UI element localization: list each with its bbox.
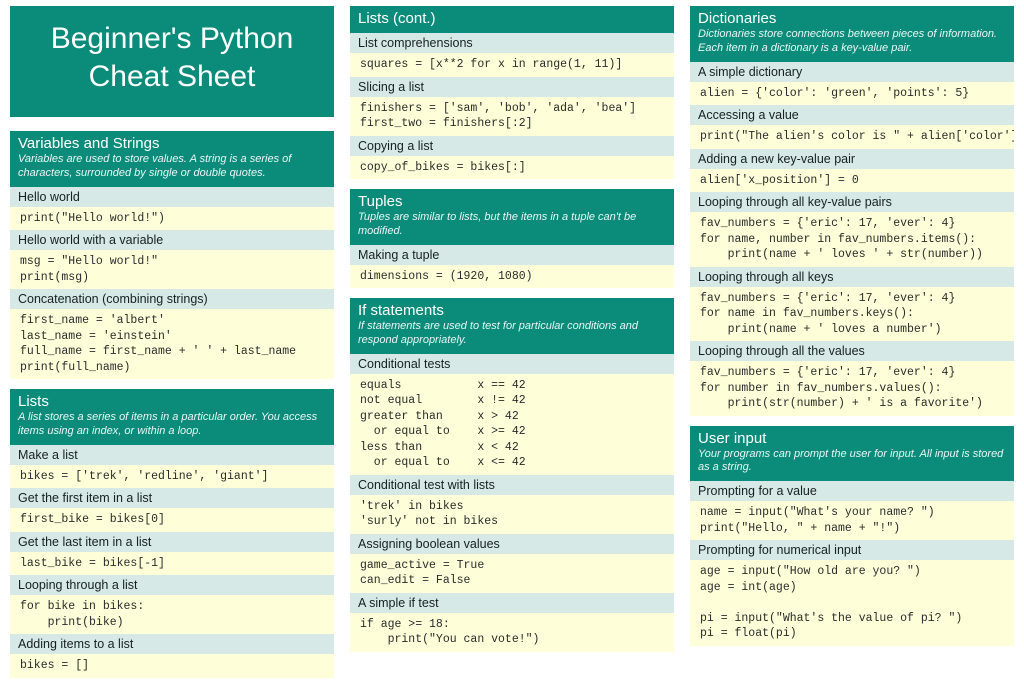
code-block: if age >= 18: print("You can vote!") xyxy=(350,613,674,652)
subsection-label: Looping through all keys xyxy=(690,267,1014,287)
subsection-label: Making a tuple xyxy=(350,245,674,265)
subsection-label: Adding a new key-value pair xyxy=(690,149,1014,169)
code-block: equals x == 42 not equal x != 42 greater… xyxy=(350,374,674,475)
column-1: Beginner's PythonCheat Sheet Variables an… xyxy=(10,6,334,678)
code-block: alien['x_position'] = 0 xyxy=(690,169,1014,193)
code-block: print("Hello world!") xyxy=(10,207,334,231)
subsection-label: Looping through all key-value pairs xyxy=(690,192,1014,212)
code-block: alien = {'color': 'green', 'points': 5} xyxy=(690,82,1014,106)
code-block: for bike in bikes: print(bike) xyxy=(10,595,334,634)
code-block: copy_of_bikes = bikes[:] xyxy=(350,156,674,180)
subsection-label: Conditional test with lists xyxy=(350,475,674,495)
subsection-label: Get the first item in a list xyxy=(10,488,334,508)
section-title: Variables and Strings xyxy=(18,135,326,152)
subsection-label: Accessing a value xyxy=(690,105,1014,125)
subsection-label: Conditional tests xyxy=(350,354,674,374)
section-title: Lists (cont.) xyxy=(358,10,666,27)
section-description: Your programs can prompt the user for in… xyxy=(698,448,1006,476)
code-block: age = input("How old are you? ") age = i… xyxy=(690,560,1014,646)
subsection-label: Copying a list xyxy=(350,136,674,156)
column-2: Lists (cont.) List comprehensionssquares … xyxy=(350,6,674,678)
section-description: Tuples are similar to lists, but the ite… xyxy=(358,211,666,239)
subsection-label: Hello world with a variable xyxy=(10,230,334,250)
subsection-label: Adding items to a list xyxy=(10,634,334,654)
section-title: Dictionaries xyxy=(698,10,1006,27)
section-header: ListsA list stores a series of items in … xyxy=(10,389,334,445)
code-block: first_name = 'albert' last_name = 'einst… xyxy=(10,309,334,379)
section-header: Lists (cont.) xyxy=(350,6,674,33)
column-3: DictionariesDictionaries store connectio… xyxy=(690,6,1014,678)
code-block: game_active = True can_edit = False xyxy=(350,554,674,593)
section-title: User input xyxy=(698,430,1006,447)
section-header: Variables and StringsVariables are used … xyxy=(10,131,334,187)
page-title: Beginner's PythonCheat Sheet xyxy=(10,6,334,117)
code-block: name = input("What's your name? ") print… xyxy=(690,501,1014,540)
subsection-label: Hello world xyxy=(10,187,334,207)
subsection-label: Looping through all the values xyxy=(690,341,1014,361)
code-block: bikes = ['trek', 'redline', 'giant'] xyxy=(10,465,334,489)
subsection-label: A simple dictionary xyxy=(690,62,1014,82)
code-block: first_bike = bikes[0] xyxy=(10,508,334,532)
code-block: squares = [x**2 for x in range(1, 11)] xyxy=(350,53,674,77)
subsection-label: Assigning boolean values xyxy=(350,534,674,554)
subsection-label: List comprehensions xyxy=(350,33,674,53)
subsection-label: Looping through a list xyxy=(10,575,334,595)
section-header: DictionariesDictionaries store connectio… xyxy=(690,6,1014,62)
section-description: Dictionaries store connections between p… xyxy=(698,28,1006,56)
subsection-label: Prompting for a value xyxy=(690,481,1014,501)
section-header: User inputYour programs can prompt the u… xyxy=(690,426,1014,482)
cheatsheet-page: Beginner's PythonCheat Sheet Variables an… xyxy=(0,0,1024,688)
subsection-label: Get the last item in a list xyxy=(10,532,334,552)
code-block: 'trek' in bikes 'surly' not in bikes xyxy=(350,495,674,534)
section-description: A list stores a series of items in a par… xyxy=(18,411,326,439)
section-description: Variables are used to store values. A st… xyxy=(18,153,326,181)
subsection-label: Concatenation (combining strings) xyxy=(10,289,334,309)
code-block: msg = "Hello world!" print(msg) xyxy=(10,250,334,289)
subsection-label: Slicing a list xyxy=(350,77,674,97)
code-block: last_bike = bikes[-1] xyxy=(10,552,334,576)
section-title: If statements xyxy=(358,302,666,319)
code-block: fav_numbers = {'eric': 17, 'ever': 4} fo… xyxy=(690,361,1014,416)
section-header: If statementsIf statements are used to t… xyxy=(350,298,674,354)
subsection-label: A simple if test xyxy=(350,593,674,613)
section-title: Tuples xyxy=(358,193,666,210)
code-block: dimensions = (1920, 1080) xyxy=(350,265,674,289)
code-block: fav_numbers = {'eric': 17, 'ever': 4} fo… xyxy=(690,287,1014,342)
code-block: fav_numbers = {'eric': 17, 'ever': 4} fo… xyxy=(690,212,1014,267)
section-header: TuplesTuples are similar to lists, but t… xyxy=(350,189,674,245)
section-description: If statements are used to test for parti… xyxy=(358,320,666,348)
code-block: finishers = ['sam', 'bob', 'ada', 'bea']… xyxy=(350,97,674,136)
code-block: bikes = [] xyxy=(10,654,334,678)
section-title: Lists xyxy=(18,393,326,410)
code-block: print("The alien's color is " + alien['c… xyxy=(690,125,1014,149)
subsection-label: Prompting for numerical input xyxy=(690,540,1014,560)
subsection-label: Make a list xyxy=(10,445,334,465)
